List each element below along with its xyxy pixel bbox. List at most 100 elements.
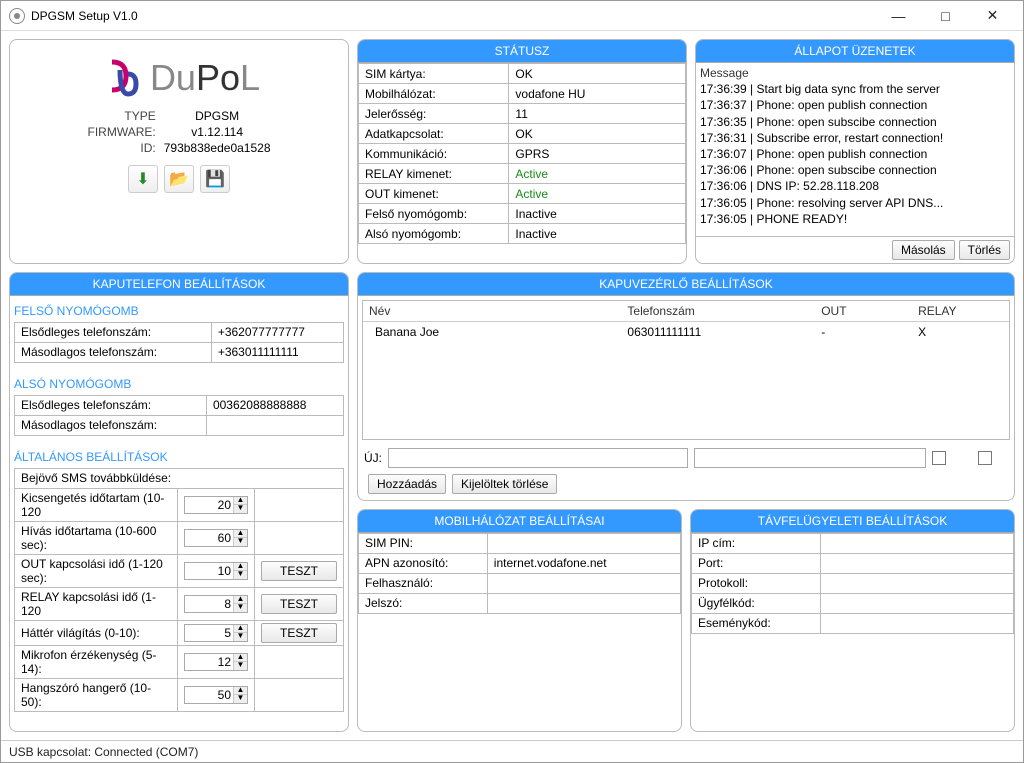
remote-monitoring-panel: TÁVFELÜGYELETI BEÁLLÍTÁSOK IP cím:Port:P… bbox=[690, 509, 1015, 732]
status-value: Active bbox=[509, 184, 686, 204]
out-test-button[interactable]: TESZT bbox=[261, 561, 337, 581]
speaker-volume-label: Hangszóró hangerő (10-50): bbox=[15, 678, 178, 711]
messages-header: ÁLLAPOT ÜZENETEK bbox=[696, 40, 1014, 63]
usb-status-label: USB kapcsolat: bbox=[9, 745, 91, 759]
status-key: Adatkapcsolat: bbox=[359, 124, 509, 144]
speaker-volume-stepper[interactable]: ▲▼ bbox=[184, 686, 248, 704]
gate-new-relay-checkbox[interactable] bbox=[978, 451, 992, 465]
maximize-button[interactable]: □ bbox=[923, 2, 968, 30]
firmware-value: v1.12.114 bbox=[164, 125, 271, 139]
remote-value[interactable] bbox=[820, 613, 1013, 633]
status-row: Felső nyomógomb:Inactive bbox=[359, 204, 686, 224]
gate-row-relay: X bbox=[912, 321, 1009, 342]
out-switch-stepper[interactable]: ▲▼ bbox=[184, 562, 248, 580]
status-value: OK bbox=[509, 124, 686, 144]
message-line: 17:36:05 | Phone: resolving server API D… bbox=[700, 195, 1010, 211]
remote-value[interactable] bbox=[820, 553, 1013, 573]
mobile-key: SIM PIN: bbox=[359, 533, 488, 553]
upper-primary-value[interactable]: +362077777777 bbox=[211, 322, 343, 342]
general-settings-table: Bejövő SMS továbbküldése: Kicsengetés id… bbox=[14, 468, 344, 712]
mic-sensitivity-stepper[interactable]: ▲▼ bbox=[184, 653, 248, 671]
relay-switch-stepper[interactable]: ▲▼ bbox=[184, 595, 248, 613]
status-row: Alsó nyomógomb:Inactive bbox=[359, 224, 686, 244]
minimize-button[interactable]: — bbox=[876, 2, 921, 30]
status-key: Jelerősség: bbox=[359, 104, 509, 124]
status-value: vodafone HU bbox=[509, 84, 686, 104]
ring-duration-label: Kicsengetés időtartam (10-120 bbox=[15, 488, 178, 521]
gate-add-button[interactable]: Hozzáadás bbox=[368, 474, 446, 494]
message-line: 17:36:05 | PHONE READY! bbox=[700, 211, 1010, 227]
gate-row-out: - bbox=[815, 321, 912, 342]
mobile-value[interactable] bbox=[487, 573, 680, 593]
upper-secondary-value[interactable]: +363011111111 bbox=[211, 342, 343, 362]
bottom-panels: MOBILHÁLÓZAT BEÁLLÍTÁSAI SIM PIN:APN azo… bbox=[357, 509, 1015, 732]
gate-col-relay: RELAY bbox=[912, 301, 1009, 322]
table-row[interactable]: Banana Joe063011111111-X bbox=[363, 321, 1009, 342]
messages-list[interactable]: Message 17:36:39 | Start big data sync f… bbox=[696, 63, 1014, 237]
mobile-settings-table: SIM PIN:APN azonosító:internet.vodafone.… bbox=[358, 533, 681, 614]
status-value: 11 bbox=[509, 104, 686, 124]
relay-test-button[interactable]: TESZT bbox=[261, 594, 337, 614]
backlight-test-button[interactable]: TESZT bbox=[261, 623, 337, 643]
lower-secondary-label: Másodlagos telefonszám: bbox=[15, 415, 207, 435]
mobile-value[interactable] bbox=[487, 533, 680, 553]
remote-monitoring-header: TÁVFELÜGYELETI BEÁLLÍTÁSOK bbox=[691, 510, 1014, 533]
usb-status-value: Connected (COM7) bbox=[94, 745, 198, 759]
status-table: SIM kártya:OKMobilhálózat:vodafone HUJel… bbox=[358, 63, 686, 244]
remote-value[interactable] bbox=[820, 573, 1013, 593]
status-panel: STÁTUSZ SIM kártya:OKMobilhálózat:vodafo… bbox=[357, 39, 687, 264]
lower-primary-value[interactable]: 00362088888888 bbox=[206, 395, 343, 415]
status-key: Felső nyomógomb: bbox=[359, 204, 509, 224]
status-row: SIM kártya:OK bbox=[359, 64, 686, 84]
relay-switch-label: RELAY kapcsolási idő (1-120 bbox=[15, 587, 178, 620]
save-button[interactable]: 💾 bbox=[200, 165, 230, 193]
mobile-value[interactable]: internet.vodafone.net bbox=[487, 553, 680, 573]
gate-new-phone-input[interactable] bbox=[694, 448, 926, 468]
out-switch-label: OUT kapcsolási idő (1-120 sec): bbox=[15, 554, 178, 587]
status-key: RELAY kimenet: bbox=[359, 164, 509, 184]
device-info-grid: TYPE DPGSM FIRMWARE: v1.12.114 ID: 793b8… bbox=[18, 109, 340, 155]
copy-messages-button[interactable]: Másolás bbox=[892, 240, 955, 260]
gate-table: Név Telefonszám OUT RELAY Banana Joe0630… bbox=[363, 301, 1009, 342]
remote-key: Port: bbox=[692, 553, 821, 573]
clear-messages-button[interactable]: Törlés bbox=[959, 240, 1010, 260]
general-settings-heading: ÁLTALÁNOS BEÁLLÍTÁSOK bbox=[14, 450, 348, 464]
gate-row-phone: 063011111111 bbox=[621, 321, 815, 342]
gate-new-out-checkbox[interactable] bbox=[932, 451, 946, 465]
window-title: DPGSM Setup V1.0 bbox=[31, 9, 876, 23]
status-row: Jelerősség:11 bbox=[359, 104, 686, 124]
mobile-value[interactable] bbox=[487, 593, 680, 613]
close-button[interactable]: ✕ bbox=[970, 2, 1015, 30]
message-line: 17:36:39 | Start big data sync from the … bbox=[700, 81, 1010, 97]
remote-key: Protokoll: bbox=[692, 573, 821, 593]
mobile-key: APN azonosító: bbox=[359, 553, 488, 573]
gate-header: KAPUVEZÉRLŐ BEÁLLÍTÁSOK bbox=[358, 273, 1014, 296]
mic-sensitivity-label: Mikrofon érzékenység (5-14): bbox=[15, 645, 178, 678]
device-info-panel: DuPoL TYPE DPGSM FIRMWARE: v1.12.114 ID:… bbox=[9, 39, 349, 264]
intercom-header: KAPUTELEFON BEÁLLÍTÁSOK bbox=[10, 273, 348, 296]
gate-new-name-input[interactable] bbox=[388, 448, 688, 468]
gate-col-phone: Telefonszám bbox=[621, 301, 815, 322]
gate-table-container: Név Telefonszám OUT RELAY Banana Joe0630… bbox=[362, 300, 1010, 440]
lower-secondary-value[interactable] bbox=[206, 415, 343, 435]
status-value: Inactive bbox=[509, 204, 686, 224]
app-window: DPGSM Setup V1.0 — □ ✕ DuPoL bbox=[0, 0, 1024, 763]
gate-delete-selected-button[interactable]: Kijelöltek törlése bbox=[452, 474, 557, 494]
backlight-stepper[interactable]: ▲▼ bbox=[184, 624, 248, 642]
remote-value[interactable] bbox=[820, 533, 1013, 553]
open-folder-button[interactable]: 📂 bbox=[164, 165, 194, 193]
download-button[interactable]: ⬇ bbox=[128, 165, 158, 193]
id-value: 793b838ede0a1528 bbox=[164, 141, 271, 155]
gate-row-name: Banana Joe bbox=[363, 321, 621, 342]
status-row: OUT kimenet:Active bbox=[359, 184, 686, 204]
sms-forward-label: Bejövő SMS továbbküldése: bbox=[15, 468, 344, 488]
call-duration-stepper[interactable]: ▲▼ bbox=[184, 529, 248, 547]
messages-panel: ÁLLAPOT ÜZENETEK Message 17:36:39 | Star… bbox=[695, 39, 1015, 264]
logo-text: DuPoL bbox=[150, 57, 260, 99]
ring-duration-stepper[interactable]: ▲▼ bbox=[184, 496, 248, 514]
remote-value[interactable] bbox=[820, 593, 1013, 613]
upper-phone-table: Elsődleges telefonszám: +362077777777 Má… bbox=[14, 322, 344, 363]
message-line: 17:36:35 | Phone: open subscibe connecti… bbox=[700, 114, 1010, 130]
upper-primary-label: Elsődleges telefonszám: bbox=[15, 322, 212, 342]
gate-new-label: ÚJ: bbox=[364, 451, 382, 465]
